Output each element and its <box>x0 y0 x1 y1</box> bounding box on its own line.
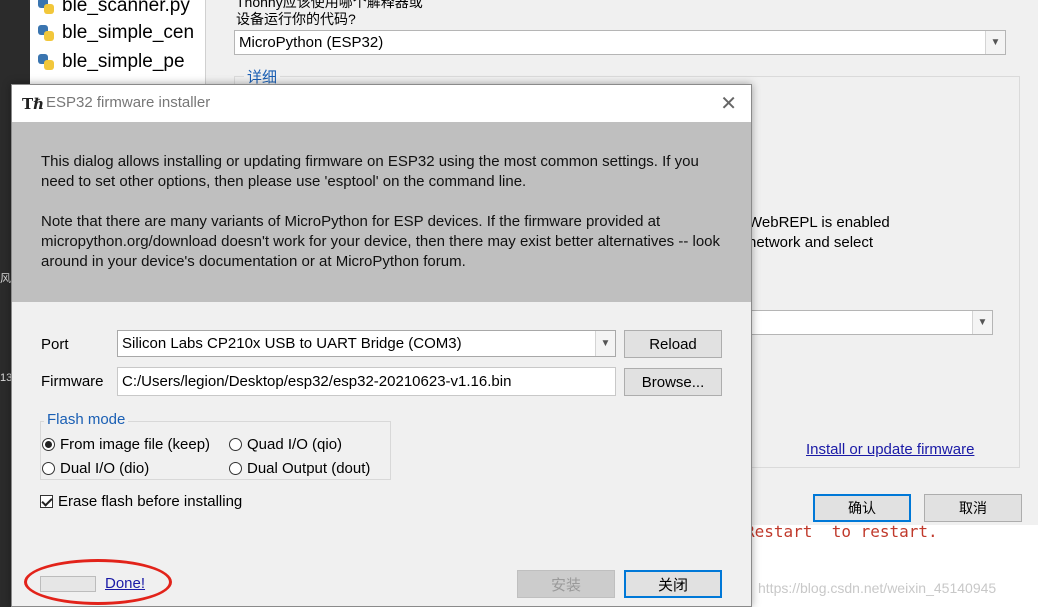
install-button: 安装 <box>517 570 615 598</box>
port-value: Silicon Labs CP210x USB to UART Bridge (… <box>122 335 462 352</box>
port-select[interactable]: ▼ <box>726 310 993 335</box>
install-firmware-link[interactable]: Install or update firmware <box>806 441 974 458</box>
close-button[interactable]: 关闭 <box>624 570 722 598</box>
firmware-installer-dialog: Tℏ ESP32 firmware installer ✕ This dialo… <box>11 84 752 607</box>
cancel-button[interactable]: 取消 <box>924 494 1022 522</box>
file-item[interactable]: ble_simple_cen <box>38 19 194 47</box>
checkbox-checked-icon <box>40 495 53 508</box>
gutter-text: 风 <box>0 273 11 285</box>
chevron-down-icon[interactable]: ▼ <box>985 31 1005 54</box>
radio-label: Dual I/O (dio) <box>60 460 150 477</box>
reload-button[interactable]: Reload <box>624 330 722 358</box>
python-file-icon <box>38 25 54 41</box>
thonny-app-icon: Tℏ <box>22 95 45 113</box>
file-item[interactable]: ble_simple_pe <box>38 48 185 76</box>
ok-button[interactable]: 确认 <box>813 494 911 522</box>
file-item[interactable]: ble_scanner.py <box>38 0 190 20</box>
firmware-label: Firmware <box>41 373 104 390</box>
flash-mode-qio-radio[interactable]: Quad I/O (qio) <box>229 436 342 453</box>
radio-icon <box>42 462 55 475</box>
browse-button[interactable]: Browse... <box>624 368 722 396</box>
flash-mode-dio-radio[interactable]: Dual I/O (dio) <box>42 460 149 477</box>
radio-icon <box>229 462 242 475</box>
close-icon[interactable]: ✕ <box>720 91 737 116</box>
chevron-down-icon[interactable]: ▼ <box>972 311 992 334</box>
flash-mode-dout-radio[interactable]: Dual Output (dout) <box>229 460 370 477</box>
intro-paragraph: Note that there are many variants of Mic… <box>41 213 721 270</box>
radio-label: Dual Output (dout) <box>247 460 371 477</box>
firmware-path-value: C:/Users/legion/Desktop/esp32/esp32-2021… <box>122 373 512 390</box>
interpreter-question: 设备运行你的代码? <box>236 11 356 27</box>
title-bar[interactable]: Tℏ ESP32 firmware installer ✕ <box>12 85 751 122</box>
erase-flash-checkbox[interactable]: Erase flash before installing <box>40 493 242 510</box>
radio-label: From image file (keep) <box>60 436 211 453</box>
watermark: https://blog.csdn.net/weixin_45140945 <box>758 580 997 596</box>
intro-panel: This dialog allows installing or updatin… <box>12 122 751 302</box>
flash-mode-keep-radio[interactable]: From image file (keep) <box>42 436 210 453</box>
radio-selected-icon <box>42 438 55 451</box>
port-select[interactable]: Silicon Labs CP210x USB to UART Bridge (… <box>117 330 616 357</box>
console-output: Restart to restart. <box>745 522 938 541</box>
interpreter-value: MicroPython (ESP32) <box>239 34 384 51</box>
dialog-title: ESP32 firmware installer <box>46 94 211 111</box>
python-file-icon <box>38 0 54 14</box>
radio-icon <box>229 438 242 451</box>
file-name: ble_simple_cen <box>62 22 195 43</box>
file-tree: ble_scanner.py ble_simple_cen ble_simple… <box>30 0 205 90</box>
interpreter-select[interactable]: MicroPython (ESP32) ▼ <box>234 30 1006 55</box>
radio-label: Quad I/O (qio) <box>247 436 343 453</box>
python-file-icon <box>38 54 54 70</box>
erase-flash-label: Erase flash before installing <box>58 493 243 510</box>
port-label: Port <box>41 336 69 353</box>
flash-mode-legend: Flash mode <box>44 411 129 428</box>
webrepl-text: WebREPL is enabled <box>748 214 890 231</box>
annotation-circle <box>24 559 172 605</box>
file-name: ble_simple_pe <box>62 51 185 72</box>
file-name: ble_scanner.py <box>62 0 190 16</box>
intro-paragraph: This dialog allows installing or updatin… <box>41 153 699 190</box>
chevron-down-icon[interactable]: ▼ <box>595 331 615 356</box>
webrepl-text: network and select <box>748 234 874 251</box>
firmware-path-field[interactable]: C:/Users/legion/Desktop/esp32/esp32-2021… <box>117 367 616 396</box>
